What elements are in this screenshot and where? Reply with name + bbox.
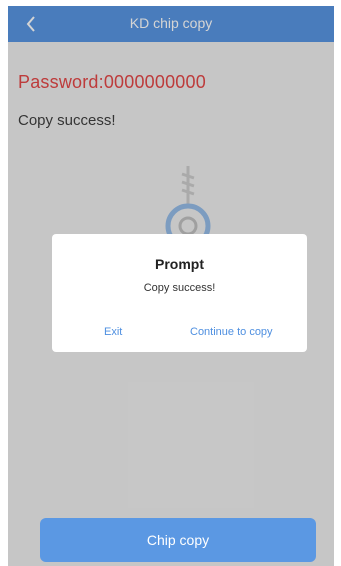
prompt-dialog: Prompt Copy success! Exit Continue to co… xyxy=(52,234,307,352)
continue-copy-button[interactable]: Continue to copy xyxy=(190,326,273,338)
exit-button[interactable]: Exit xyxy=(104,326,122,338)
app-screen: KD chip copy Password:0000000000 Copy su… xyxy=(8,6,334,566)
dialog-title: Prompt xyxy=(155,256,204,272)
dialog-message: Copy success! xyxy=(143,282,216,294)
chip-copy-button[interactable]: Chip copy xyxy=(40,518,316,562)
